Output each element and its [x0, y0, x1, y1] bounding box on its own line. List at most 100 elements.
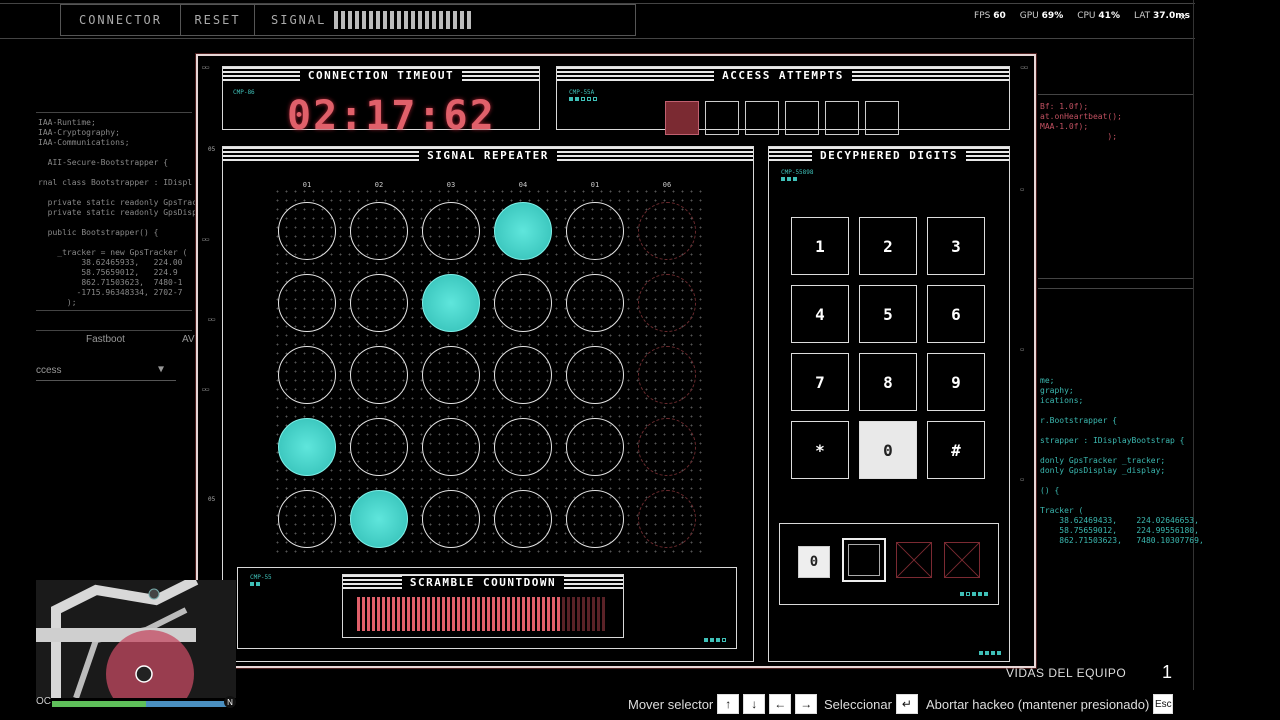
keypad-key[interactable]: 6: [927, 285, 985, 343]
keypad-key[interactable]: 4: [791, 285, 849, 343]
right-pane-divider: [1038, 278, 1193, 279]
scramble-bar: [482, 597, 485, 631]
grid-node-locked[interactable]: [638, 490, 696, 548]
scramble-bar: [392, 597, 395, 631]
grid-node[interactable]: [566, 418, 624, 476]
right-pane-divider: [1038, 288, 1193, 289]
background-menu-fastboot: Fastboot: [86, 334, 125, 345]
scramble-bar: [382, 597, 385, 631]
chevron-down-icon: ▼: [158, 364, 165, 375]
grid-node[interactable]: [422, 418, 480, 476]
grid-node[interactable]: [494, 346, 552, 404]
scramble-bar: [592, 597, 595, 631]
grid-node[interactable]: [422, 490, 480, 548]
scramble-bar: [457, 597, 460, 631]
scramble-bar: [407, 597, 410, 631]
tab-signal-label: SIGNAL: [271, 13, 327, 27]
attempts-indicator-dots: [569, 97, 597, 101]
scramble-bar: [367, 597, 370, 631]
grid-node[interactable]: [278, 202, 336, 260]
grid-node-locked[interactable]: [638, 346, 696, 404]
grid-node[interactable]: [350, 346, 408, 404]
locked-digit-slot: [896, 542, 932, 578]
digits-code: CMP-55898: [781, 169, 814, 176]
side-tick: 05: [208, 496, 216, 503]
scramble-bar: [572, 597, 575, 631]
side-tick: ▭▭: [208, 316, 216, 323]
grid-node-active[interactable]: [350, 490, 408, 548]
entered-digit: 0: [798, 546, 830, 578]
close-icon[interactable]: ✕: [1180, 12, 1186, 23]
left-pane-divider: [36, 310, 192, 311]
grid-node-locked[interactable]: [638, 202, 696, 260]
grid-node[interactable]: [494, 490, 552, 548]
scramble-bar: [587, 597, 590, 631]
background-code-right-bottom: me; graphy; ications; r.Bootstrapper { s…: [1040, 376, 1204, 545]
timeout-code: CMP-86: [233, 89, 255, 96]
keypad-key[interactable]: 1: [791, 217, 849, 275]
grid-node[interactable]: [278, 274, 336, 332]
scramble-bar: [447, 597, 450, 631]
scramble-bar: [537, 597, 540, 631]
side-tick: ▭▭: [202, 236, 210, 243]
signal-bar: [425, 11, 430, 29]
scramble-bar: [467, 597, 470, 631]
grid-node[interactable]: [278, 346, 336, 404]
keypad-key[interactable]: 9: [927, 353, 985, 411]
grid-node[interactable]: [350, 202, 408, 260]
scramble-bar: [492, 597, 495, 631]
grid-column-label: 01: [302, 181, 312, 189]
signal-bar: [439, 11, 444, 29]
grid-node[interactable]: [422, 346, 480, 404]
grid-node[interactable]: [350, 274, 408, 332]
grid-node[interactable]: [566, 202, 624, 260]
grid-node-active[interactable]: [422, 274, 480, 332]
grid-node[interactable]: [494, 274, 552, 332]
signal-bar: [390, 11, 395, 29]
grid-node[interactable]: [494, 418, 552, 476]
scramble-bar: [422, 597, 425, 631]
signal-bar: [334, 11, 339, 29]
signal-bar: [376, 11, 381, 29]
scramble-bar: [547, 597, 550, 631]
scramble-bar: [497, 597, 500, 631]
keypad-key[interactable]: 8: [859, 353, 917, 411]
scramble-bar: [602, 597, 605, 631]
grid-node[interactable]: [350, 418, 408, 476]
grid-node[interactable]: [566, 346, 624, 404]
keypad-key[interactable]: #: [927, 421, 985, 479]
side-tick: ▭▭: [1020, 64, 1028, 71]
grid-node[interactable]: [422, 202, 480, 260]
arrow-down-icon: ↓: [743, 694, 766, 714]
grid-node[interactable]: [566, 274, 624, 332]
grid-column-label: 01: [590, 181, 600, 189]
grid-node-locked[interactable]: [638, 274, 696, 332]
keypad-key[interactable]: 2: [859, 217, 917, 275]
keypad-key[interactable]: 5: [859, 285, 917, 343]
side-tick: ▭: [1020, 186, 1024, 193]
scramble-bar: [522, 597, 525, 631]
entered-footer-dots: [960, 592, 988, 596]
dropdown-underline: [36, 380, 176, 381]
keypad-key[interactable]: *: [791, 421, 849, 479]
tab-signal[interactable]: SIGNAL: [255, 5, 635, 35]
keypad-key[interactable]: 0: [859, 421, 917, 479]
keypad-key[interactable]: 7: [791, 353, 849, 411]
grid-node-active[interactable]: [494, 202, 552, 260]
hint-select-label: Seleccionar: [824, 696, 892, 712]
tab-reset[interactable]: RESET: [181, 5, 255, 35]
grid-node-locked[interactable]: [638, 418, 696, 476]
background-code-left: IAA-Runtime; IAA-Cryptography; IAA-Commu…: [38, 118, 202, 307]
grid-node-active[interactable]: [278, 418, 336, 476]
scramble-bar: [452, 597, 455, 631]
grid-node[interactable]: [278, 490, 336, 548]
tab-connector[interactable]: CONNECTOR: [61, 5, 181, 35]
signal-bar: [362, 11, 367, 29]
signal-repeater-title: SIGNAL REPEATER: [419, 148, 557, 162]
scramble-bar: [357, 597, 360, 631]
team-lives-count: 1: [1162, 662, 1173, 682]
signal-bar: [404, 11, 409, 29]
grid-node[interactable]: [566, 490, 624, 548]
scramble-bar: [517, 597, 520, 631]
keypad-key[interactable]: 3: [927, 217, 985, 275]
